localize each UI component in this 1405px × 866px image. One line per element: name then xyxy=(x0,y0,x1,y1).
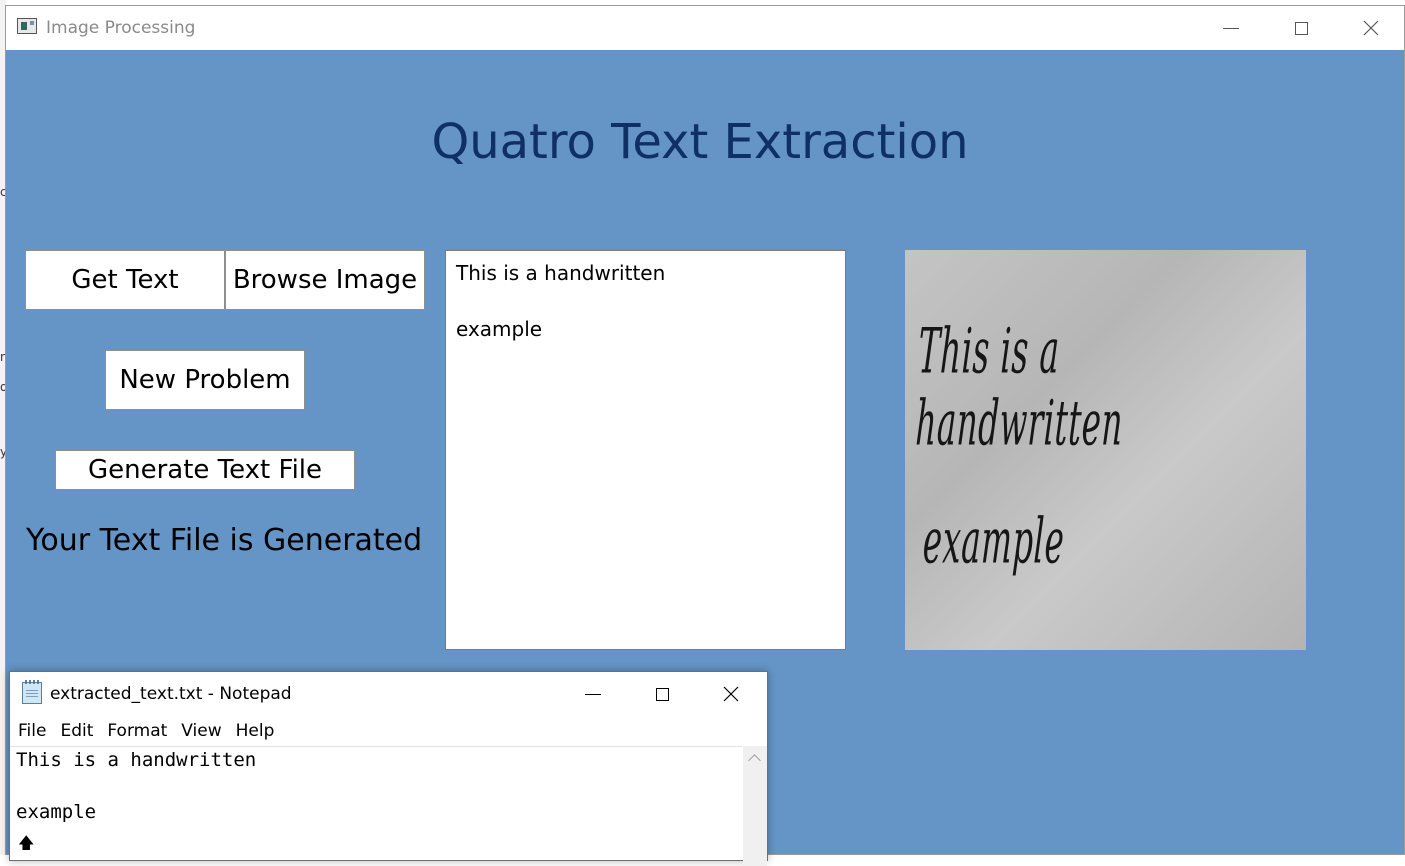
get-text-button[interactable]: Get Text xyxy=(25,250,225,310)
notepad-title-bar[interactable]: extracted_text.txt - Notepad xyxy=(10,672,767,716)
maximize-button[interactable] xyxy=(1266,6,1336,50)
extracted-text-box[interactable]: This is a handwritten example xyxy=(445,250,846,650)
maximize-icon xyxy=(655,687,669,701)
menu-file[interactable]: File xyxy=(10,718,53,744)
generate-text-file-button[interactable]: Generate Text File xyxy=(55,450,355,490)
page-title: Quatro Text Extraction xyxy=(431,114,969,170)
close-icon xyxy=(723,686,739,702)
notepad-scrollbar[interactable] xyxy=(743,746,767,866)
notepad-maximize-button[interactable] xyxy=(627,672,697,716)
status-message: Your Text File is Generated xyxy=(26,523,423,558)
notepad-line: example xyxy=(16,801,97,823)
notepad-window: extracted_text.txt - Notepad File Edit F… xyxy=(9,671,768,866)
browse-image-button[interactable]: Browse Image xyxy=(225,250,425,310)
menu-format[interactable]: Format xyxy=(100,718,174,744)
notepad-title: extracted_text.txt - Notepad xyxy=(50,684,292,704)
close-icon xyxy=(1363,20,1379,36)
title-bar[interactable]: Image Processing xyxy=(6,6,1404,50)
notepad-line xyxy=(16,773,736,799)
minimize-icon xyxy=(1223,27,1239,29)
minimize-button[interactable] xyxy=(1196,6,1266,50)
notepad-line: This is a handwritten xyxy=(16,749,257,771)
new-problem-button[interactable]: New Problem xyxy=(105,350,305,410)
notepad-text-area[interactable]: This is a handwritten example xyxy=(10,746,742,866)
handwriting-line: example xyxy=(921,506,1066,578)
notepad-icon xyxy=(22,680,42,704)
text-line: example xyxy=(456,317,543,341)
menu-view[interactable]: View xyxy=(174,718,228,744)
maximize-icon xyxy=(1294,21,1308,35)
notepad-menu-bar: File Edit Format View Help xyxy=(10,718,767,744)
minimize-icon xyxy=(585,693,601,695)
image-preview: This is a handwritten example xyxy=(905,250,1306,650)
text-line xyxy=(456,287,835,315)
menu-edit[interactable]: Edit xyxy=(53,718,100,744)
scroll-up-icon[interactable] xyxy=(748,754,761,767)
menu-help[interactable]: Help xyxy=(229,718,282,744)
text-line: This is a handwritten xyxy=(456,261,666,285)
handwriting-line: This is a handwritten xyxy=(914,316,1125,460)
window-title: Image Processing xyxy=(46,18,196,38)
notepad-minimize-button[interactable] xyxy=(558,672,628,716)
notepad-close-button[interactable] xyxy=(696,672,766,716)
close-button[interactable] xyxy=(1336,6,1405,50)
app-icon xyxy=(17,18,37,34)
